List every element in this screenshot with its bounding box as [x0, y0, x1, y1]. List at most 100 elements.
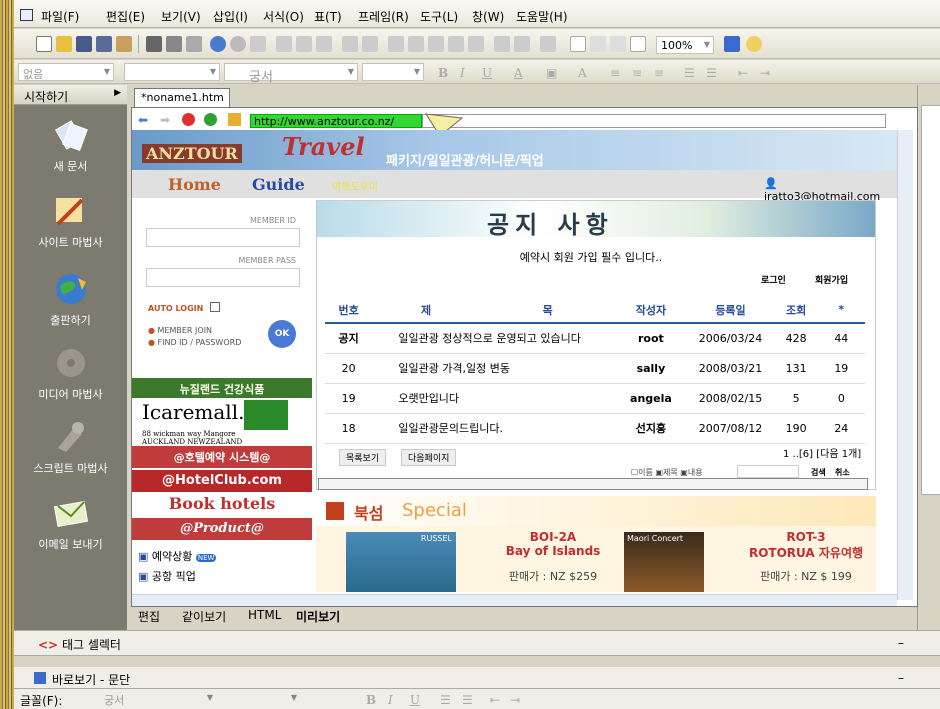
- outdent-icon[interactable]: ⇤: [738, 66, 748, 80]
- login-ok-button[interactable]: OK: [268, 320, 296, 348]
- media-wizard-item[interactable]: 미디어 마법사: [14, 346, 127, 402]
- start-header[interactable]: 시작하기 ▶: [14, 85, 127, 105]
- preview-icon[interactable]: [166, 36, 182, 52]
- text-effect-icon[interactable]: A: [578, 66, 587, 80]
- redo-icon[interactable]: [362, 36, 378, 52]
- bullet-list-icon[interactable]: ☰: [706, 66, 717, 80]
- font-select[interactable]: 궁서 ▼: [224, 63, 358, 85]
- script-wizard-item[interactable]: 스크립트 마법사: [14, 420, 127, 476]
- menu-view[interactable]: 보기(V): [161, 8, 201, 25]
- underline-icon[interactable]: U: [482, 66, 492, 80]
- login-link[interactable]: 로그인: [761, 273, 786, 286]
- table-row[interactable]: 19 오랫만입니다 angela 2008/02/15 5 0: [325, 383, 865, 414]
- back-icon[interactable]: ⬅: [138, 113, 148, 127]
- next-page-button[interactable]: 다음페이지: [401, 449, 457, 466]
- layer-icon[interactable]: [448, 36, 464, 52]
- numbered-list-icon[interactable]: ☰: [684, 66, 695, 80]
- globe-icon[interactable]: [230, 36, 246, 52]
- indent-icon[interactable]: ⇥: [510, 693, 520, 707]
- search-button[interactable]: 검색: [811, 467, 826, 478]
- member-join-link[interactable]: ● MEMBER JOIN: [148, 326, 212, 335]
- properties-icon[interactable]: [724, 36, 740, 52]
- item3-name[interactable]: ROTORUA 자유여행: [736, 544, 876, 561]
- outdent-icon[interactable]: ⇤: [490, 693, 500, 707]
- browser-icon[interactable]: [210, 36, 226, 52]
- form-icon[interactable]: [428, 36, 444, 52]
- menu-format[interactable]: 서식(O): [263, 8, 304, 25]
- save-icon[interactable]: [76, 36, 92, 52]
- airport-pickup-link[interactable]: ▣ 공항 픽업: [138, 568, 196, 584]
- undo-icon[interactable]: [342, 36, 358, 52]
- image-icon[interactable]: [388, 36, 404, 52]
- search-option-subject[interactable]: ▣제목: [655, 468, 677, 477]
- menu-tools[interactable]: 도구(L): [420, 8, 458, 25]
- size-property-select[interactable]: ▼: [224, 690, 300, 708]
- paste-icon[interactable]: [316, 36, 332, 52]
- publish-icon[interactable]: [250, 36, 266, 52]
- italic-icon[interactable]: I: [388, 693, 393, 707]
- save-all-icon[interactable]: [96, 36, 112, 52]
- table-row[interactable]: 18 일일관광문의드립니다. 선지홍 2007/08/12 190 24: [325, 413, 865, 444]
- font-color-icon[interactable]: A: [514, 66, 523, 80]
- indent-icon[interactable]: ⇥: [760, 66, 770, 80]
- document-tab[interactable]: *noname1.htm: [134, 88, 230, 107]
- table-row[interactable]: 20 일일관광 가격,일정 변동 sally 2008/03/21 131 19: [325, 353, 865, 384]
- reservation-link[interactable]: ▣ 예약상황 NEW: [138, 548, 217, 564]
- numbered-list-icon[interactable]: ☰: [440, 693, 451, 707]
- menu-help[interactable]: 도움말(H): [516, 8, 568, 25]
- template-icon[interactable]: [116, 36, 132, 52]
- cut-icon[interactable]: [276, 36, 292, 52]
- print-icon[interactable]: [146, 36, 162, 52]
- bold-icon[interactable]: B: [438, 66, 448, 80]
- size-select[interactable]: ▼: [362, 63, 424, 81]
- help-icon[interactable]: [746, 36, 762, 52]
- preview-vscroll[interactable]: [897, 130, 913, 600]
- hotelclub-button[interactable]: @HotelClub.com: [132, 470, 312, 492]
- pager[interactable]: 1 ..[6] [다음 1개]: [783, 445, 861, 460]
- grid-icon[interactable]: [570, 36, 586, 52]
- menu-table[interactable]: 표(T): [314, 8, 342, 25]
- table-icon[interactable]: [408, 36, 424, 52]
- open-icon[interactable]: [56, 36, 72, 52]
- publish-item[interactable]: 출판하기: [14, 272, 127, 328]
- box-icon[interactable]: [630, 36, 646, 52]
- frame-icon[interactable]: [468, 36, 484, 52]
- paragraph-icon[interactable]: [590, 36, 606, 52]
- copy-icon[interactable]: [296, 36, 312, 52]
- product-button[interactable]: @Product@: [132, 518, 312, 540]
- tab-html[interactable]: HTML: [248, 608, 281, 622]
- home-icon[interactable]: [228, 113, 241, 126]
- send-email-item[interactable]: 이메일 보내기: [14, 496, 127, 552]
- stop-icon[interactable]: [182, 113, 195, 126]
- refresh-icon[interactable]: [204, 113, 217, 126]
- guide-link[interactable]: Guide: [252, 175, 305, 194]
- search-option-name[interactable]: ☐이름: [631, 468, 653, 477]
- site-logo[interactable]: ANZTOUR: [142, 144, 242, 163]
- member-pass-input[interactable]: [146, 268, 300, 287]
- class-select[interactable]: ▼: [124, 63, 220, 81]
- row-subject[interactable]: 일일관광 가격,일정 변동: [372, 353, 616, 384]
- book-hotels-link[interactable]: Book hotels: [132, 494, 312, 518]
- bullet-list-icon[interactable]: ☰: [462, 693, 473, 707]
- bold-icon[interactable]: B: [366, 693, 376, 707]
- cancel-search-button[interactable]: 취소: [835, 467, 850, 478]
- table-row[interactable]: 공지 일일관광 정상적으로 운영되고 있습니다 root 2006/03/24 …: [325, 323, 865, 354]
- preview-hscroll[interactable]: [132, 594, 897, 606]
- search-option-content[interactable]: ▣내용: [680, 468, 702, 477]
- home-link[interactable]: Home: [168, 175, 221, 194]
- menu-file[interactable]: 파일(F): [41, 8, 79, 25]
- tab-edit[interactable]: 편집: [138, 608, 160, 625]
- tab-split[interactable]: 같이보기: [182, 608, 226, 625]
- anchor-icon[interactable]: [540, 36, 556, 52]
- item3-code[interactable]: ROT-3: [736, 530, 876, 544]
- menu-window[interactable]: 창(W): [472, 8, 504, 25]
- signup-link[interactable]: 회원가입: [815, 273, 848, 286]
- inner-hscroll[interactable]: [318, 478, 868, 490]
- maori-concert-image[interactable]: Maori Concert: [624, 532, 704, 592]
- highlight-icon[interactable]: ▣: [546, 66, 557, 80]
- item1-code[interactable]: BOI-2A: [488, 530, 618, 544]
- url-bar[interactable]: [422, 114, 886, 128]
- style-select[interactable]: 없음 ▼: [18, 63, 114, 81]
- nz-health-ad[interactable]: 뉴질랜드 건강식품: [132, 378, 312, 398]
- hotel-booking-button[interactable]: @호텔예약 시스템@: [132, 446, 312, 468]
